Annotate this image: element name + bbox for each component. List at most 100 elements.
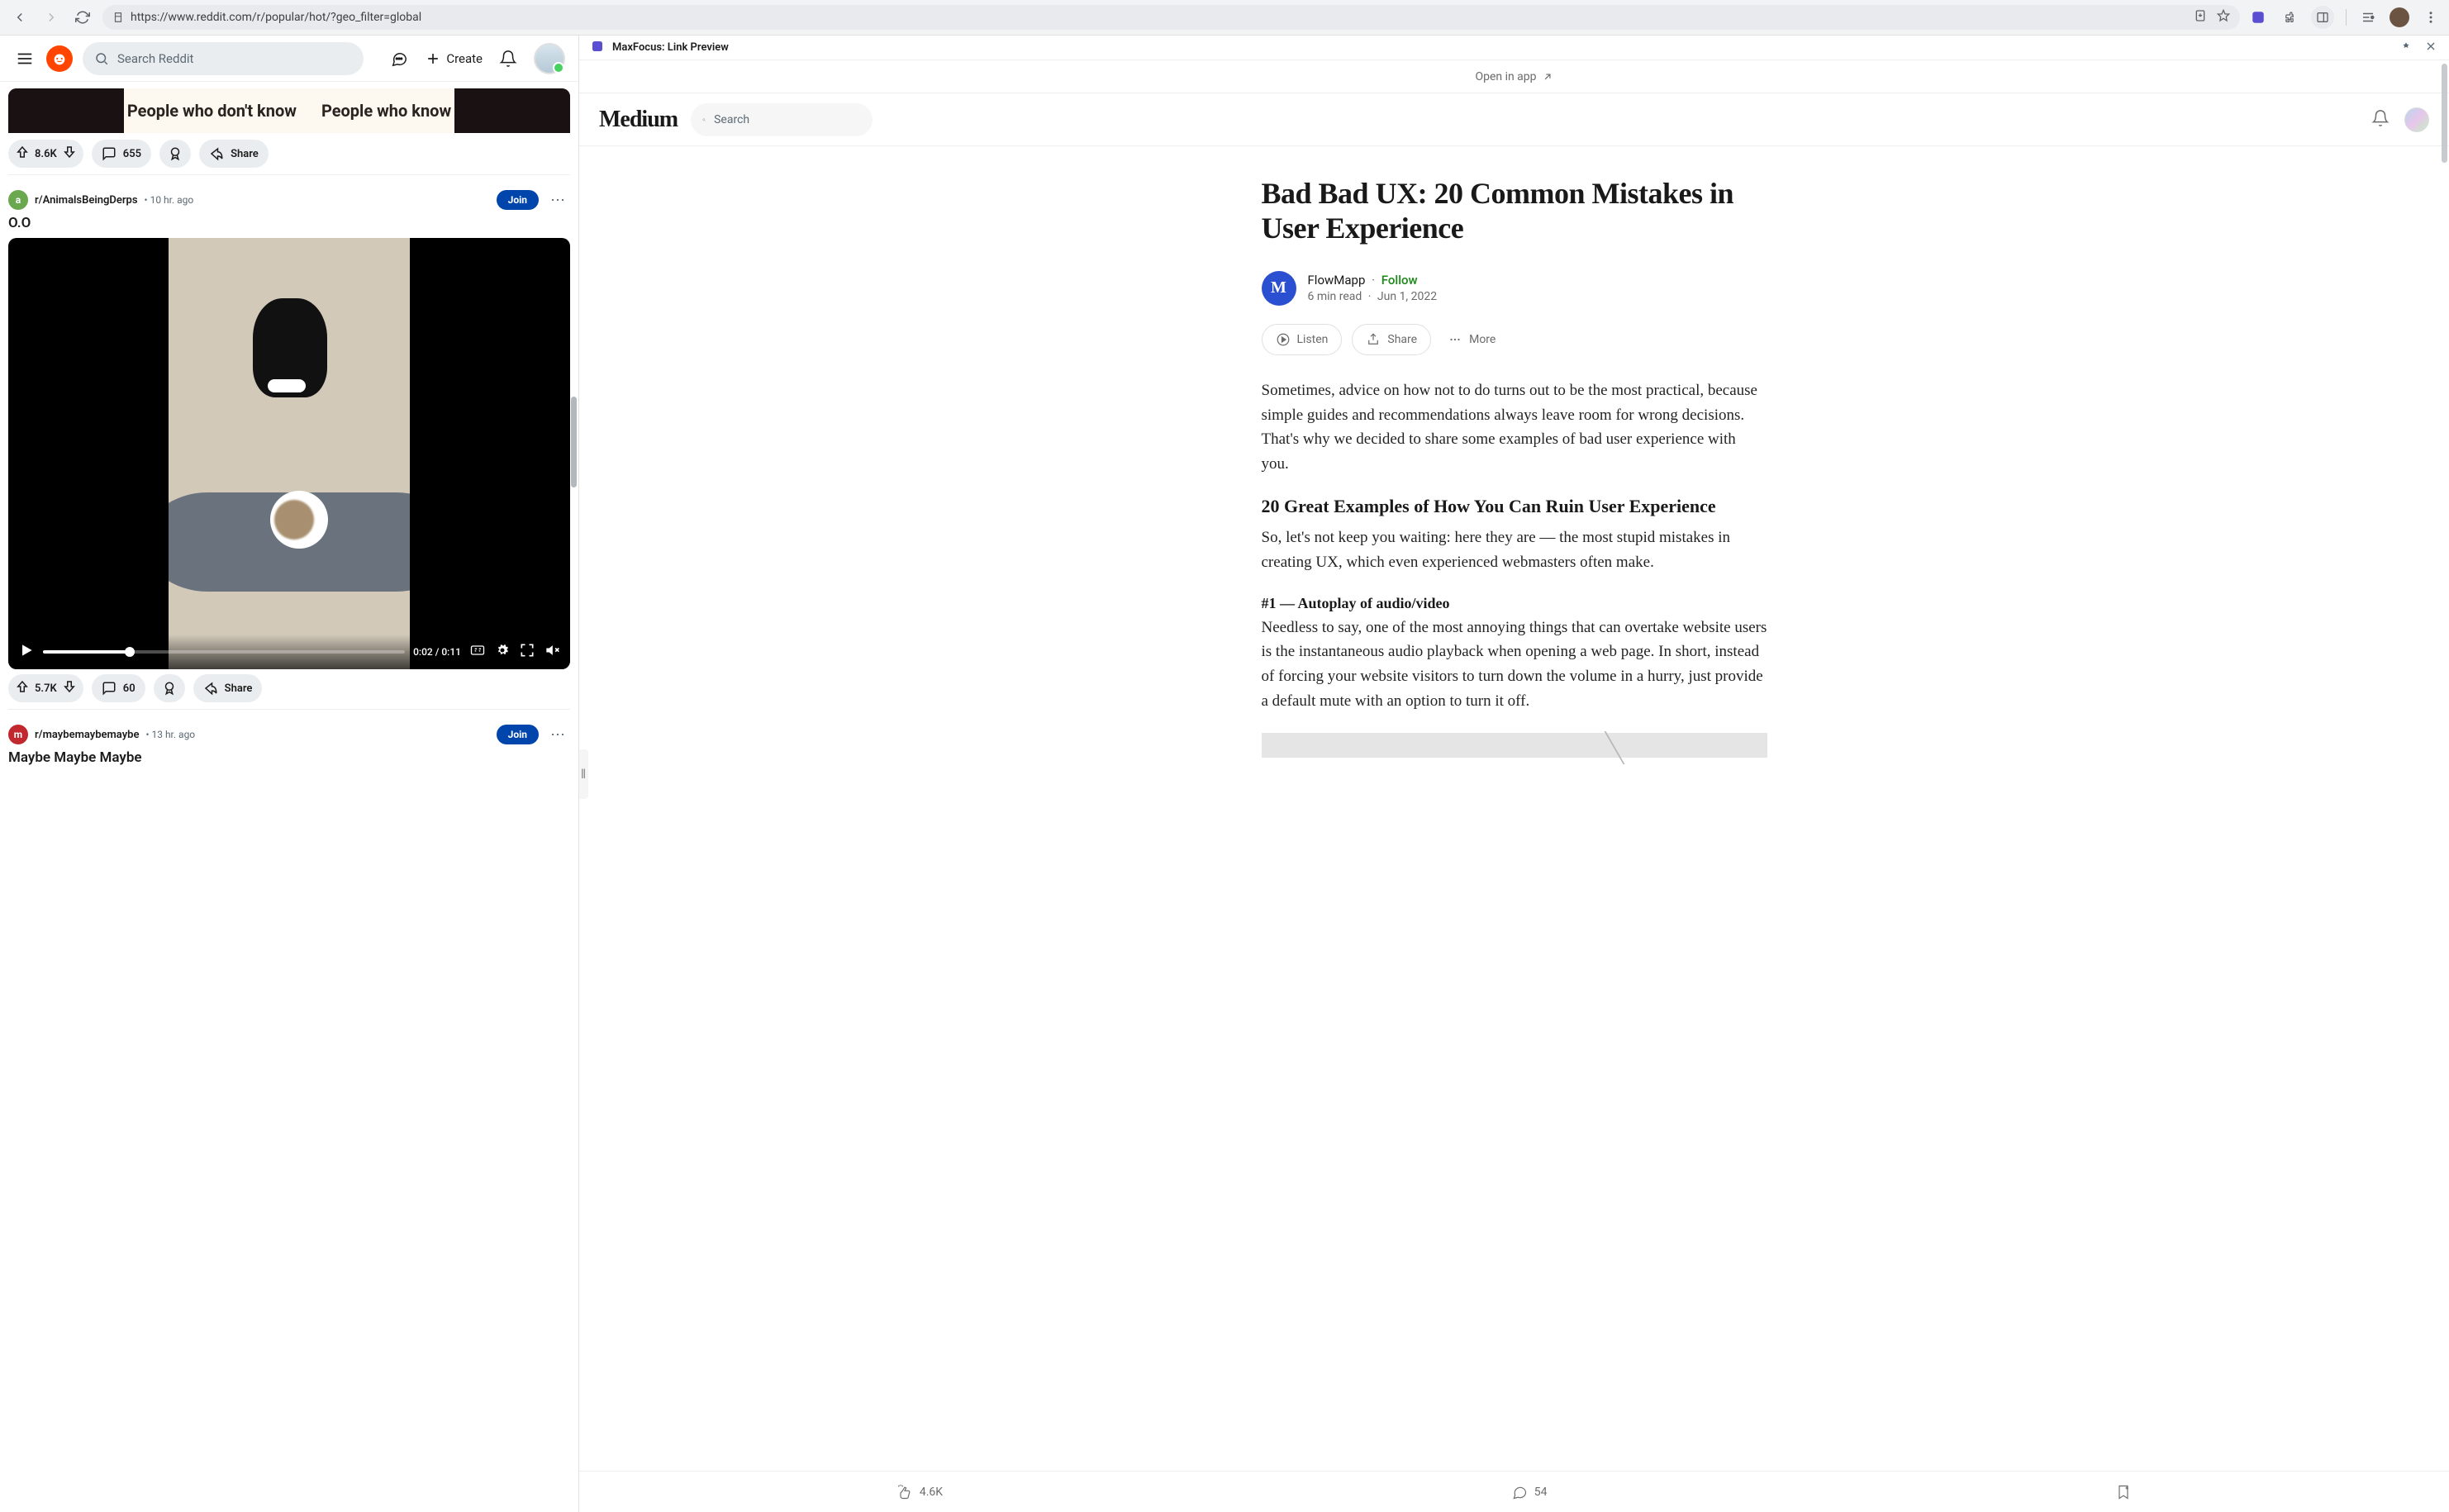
post-card: m r/maybemaybemaybe • 13 hr. ago Join ⋯ …: [8, 710, 570, 773]
medium-search[interactable]: [691, 103, 873, 136]
article-paragraph: So, let's not keep you waiting: here the…: [1262, 525, 1767, 574]
vote-pill: 5.7K: [8, 674, 83, 702]
subreddit-avatar[interactable]: m: [8, 725, 28, 744]
join-button[interactable]: Join: [497, 725, 539, 744]
responses-button[interactable]: 54: [1511, 1484, 1548, 1500]
author-avatar[interactable]: M: [1262, 271, 1296, 306]
author-byline: M FlowMapp · Follow 6 min read · Jun 1, …: [1262, 271, 1767, 306]
article-footer: 4.6K 54: [579, 1471, 2449, 1512]
author-name[interactable]: FlowMapp: [1308, 273, 1366, 288]
fullscreen-icon[interactable]: [519, 642, 535, 662]
clap-button[interactable]: 4.6K: [896, 1484, 943, 1500]
share-button[interactable]: Share: [199, 140, 269, 168]
post-title[interactable]: O.O: [8, 215, 570, 231]
hamburger-menu-icon[interactable]: [13, 47, 36, 70]
forward-button[interactable]: [40, 6, 63, 29]
browser-toolbar: https://www.reddit.com/r/popular/hot/?ge…: [0, 0, 2449, 36]
user-avatar[interactable]: [534, 43, 565, 74]
medium-header: Medium: [579, 93, 2449, 146]
downvote-icon[interactable]: [62, 145, 77, 163]
preview-scroll[interactable]: Open in app Medium Bad Bad UX: 20 Common…: [579, 60, 2449, 1471]
notifications-icon[interactable]: [497, 48, 519, 69]
article-image-placeholder: [1262, 733, 1767, 758]
publish-date: Jun 1, 2022: [1377, 290, 1437, 303]
side-panel-toggle-icon[interactable]: [2311, 6, 2334, 29]
video-controls: 0:02 / 0:11: [8, 635, 570, 669]
post-title[interactable]: Maybe Maybe Maybe: [8, 749, 570, 766]
create-post-button[interactable]: Create: [425, 50, 483, 67]
vote-score: 5.7K: [35, 682, 57, 695]
play-icon[interactable]: [18, 642, 35, 662]
medium-search-input[interactable]: [714, 113, 861, 126]
upvote-icon[interactable]: [15, 679, 30, 697]
notifications-icon[interactable]: [2371, 109, 2390, 131]
follow-link[interactable]: Follow: [1381, 273, 1418, 288]
vote-score: 8.6K: [35, 148, 57, 160]
read-time: 6 min read: [1308, 290, 1362, 303]
scrollbar[interactable]: [2440, 60, 2449, 1471]
article-title: Bad Bad UX: 20 Common Mistakes in User E…: [1262, 176, 1767, 246]
post-card: People who don't knowPeople who know 8.6…: [8, 82, 570, 175]
chrome-menu-icon[interactable]: [2421, 7, 2441, 27]
post-card: a r/AnimalsBeingDerps • 10 hr. ago Join …: [8, 175, 570, 710]
extensions-icon[interactable]: [2280, 7, 2299, 27]
close-icon[interactable]: [2424, 40, 2437, 56]
reddit-logo-icon[interactable]: [46, 45, 73, 72]
award-button[interactable]: [159, 140, 191, 168]
profile-avatar[interactable]: [2390, 7, 2409, 27]
reddit-search-input[interactable]: [117, 51, 352, 66]
extension-badge-icon: [591, 40, 604, 56]
post-more-icon[interactable]: ⋯: [545, 726, 570, 744]
reddit-search[interactable]: [83, 42, 364, 75]
listen-button[interactable]: Listen: [1262, 324, 1343, 355]
join-button[interactable]: Join: [497, 190, 539, 210]
reddit-feed[interactable]: People who don't knowPeople who know 8.6…: [0, 82, 578, 1512]
article-heading: 20 Great Examples of How You Can Ruin Us…: [1262, 496, 1767, 517]
article-subheading: #1 — Autoplay of audio/video: [1262, 595, 1767, 612]
upvote-icon[interactable]: [15, 145, 30, 163]
volume-muted-icon[interactable]: [544, 642, 560, 662]
pane-splitter-icon[interactable]: ‖: [578, 749, 588, 799]
post-time: • 10 hr. ago: [145, 194, 194, 206]
subreddit-avatar[interactable]: a: [8, 190, 28, 210]
extension-maxfocus-icon[interactable]: [2248, 7, 2268, 27]
reload-button[interactable]: [71, 6, 94, 29]
comments-button[interactable]: 60: [92, 674, 145, 702]
search-icon: [702, 112, 706, 128]
bookmark-button[interactable]: [2115, 1484, 2132, 1500]
address-bar[interactable]: https://www.reddit.com/r/popular/hot/?ge…: [102, 5, 2240, 30]
downvote-icon[interactable]: [62, 679, 77, 697]
article: Bad Bad UX: 20 Common Mistakes in User E…: [1242, 146, 1787, 758]
post-video[interactable]: 0:02 / 0:11: [8, 238, 570, 669]
subreddit-link[interactable]: r/maybemaybemaybe: [35, 729, 139, 741]
captions-icon[interactable]: [469, 642, 486, 662]
article-paragraph: Needless to say, one of the most annoyin…: [1262, 616, 1767, 714]
medium-logo[interactable]: Medium: [599, 107, 678, 133]
bookmark-star-icon[interactable]: [2217, 9, 2230, 26]
reddit-pane: Create People who don't knowPeople who k…: [0, 36, 578, 1512]
pin-icon[interactable]: [2399, 40, 2413, 56]
award-button[interactable]: [154, 674, 185, 702]
share-button[interactable]: Share: [1352, 324, 1431, 355]
media-control-icon[interactable]: [2358, 7, 2378, 27]
preview-pane: MaxFocus: Link Preview Open in app Mediu…: [578, 36, 2449, 1512]
medium-avatar[interactable]: [2404, 107, 2429, 132]
share-button[interactable]: Share: [193, 674, 263, 702]
install-app-icon[interactable]: [2194, 9, 2207, 26]
open-in-app-link[interactable]: Open in app: [579, 60, 2449, 93]
back-button[interactable]: [8, 6, 31, 29]
preview-header: MaxFocus: Link Preview: [579, 36, 2449, 60]
more-button[interactable]: More: [1441, 324, 1502, 355]
video-seek-bar[interactable]: [43, 650, 405, 654]
video-time: 0:02 / 0:11: [413, 646, 461, 658]
subreddit-link[interactable]: r/AnimalsBeingDerps: [35, 194, 138, 207]
article-paragraph: Sometimes, advice on how not to do turns…: [1262, 378, 1767, 477]
settings-gear-icon[interactable]: [494, 642, 511, 662]
reddit-header: Create: [0, 36, 578, 82]
chat-icon[interactable]: [388, 48, 410, 69]
post-more-icon[interactable]: ⋯: [545, 192, 570, 209]
create-label: Create: [446, 51, 483, 66]
scrollbar[interactable]: [569, 82, 578, 1512]
comments-button[interactable]: 655: [92, 140, 151, 168]
post-media-banner[interactable]: People who don't knowPeople who know: [8, 88, 570, 133]
